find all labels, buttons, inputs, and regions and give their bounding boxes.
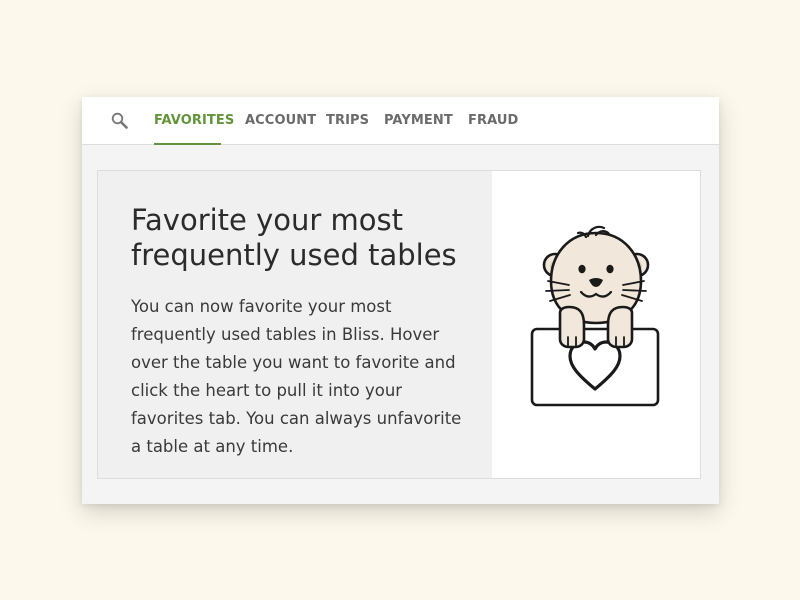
tab-payment[interactable]: PAYMENT [384,97,453,145]
tab-account[interactable]: ACCOUNT [245,97,316,145]
card-body: You can now favorite your most frequentl… [131,297,462,456]
tab-favorites[interactable]: FAVORITES [154,97,234,145]
otter-holding-heart-sign-illustration [530,225,660,407]
illustration-panel [492,171,700,478]
tab-trips[interactable]: TRIPS [326,97,369,145]
tab-bar: FAVORITES ACCOUNT TRIPS PAYMENT FRAUD [82,97,719,145]
favorites-announcement-card: Favorite your most frequently used table… [97,170,701,479]
card-text-panel: Favorite your most frequently used table… [98,171,492,478]
search-button[interactable] [110,111,130,131]
tab-fraud[interactable]: FRAUD [468,97,518,145]
search-icon [111,112,128,129]
favorites-dialog: FAVORITES ACCOUNT TRIPS PAYMENT FRAUD Fa… [82,97,719,504]
card-title: Favorite your most frequently used table… [131,203,457,272]
